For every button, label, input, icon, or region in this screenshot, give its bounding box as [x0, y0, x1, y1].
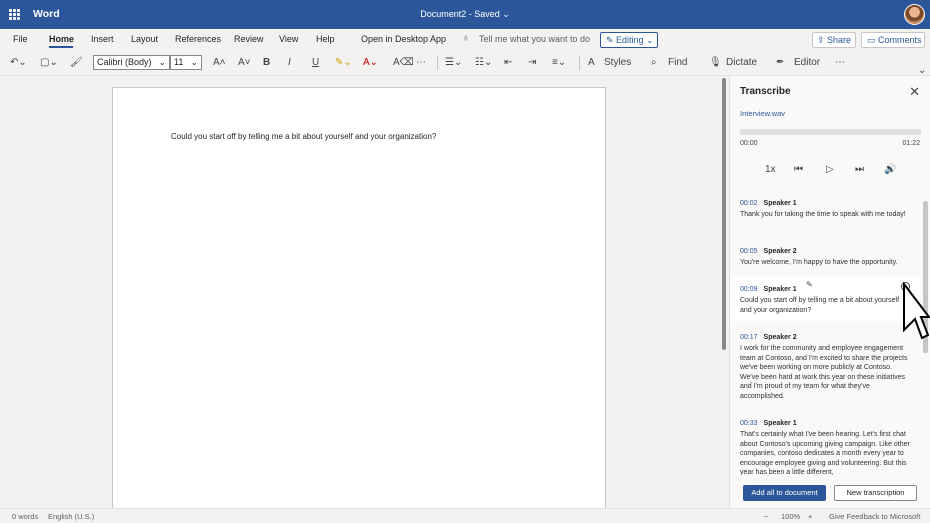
- status-bar: 0 words English (U.S.) − 100% + Give Fee…: [0, 508, 930, 523]
- entry-speaker: Speaker 2: [763, 334, 797, 341]
- entry-timestamp[interactable]: 00:05: [740, 248, 758, 255]
- open-desktop-app-button[interactable]: Open in Desktop App: [361, 34, 446, 44]
- chevron-down-icon: ⌄: [190, 57, 198, 67]
- playback-time-start: 00:00: [740, 140, 758, 147]
- styles-button[interactable]: Styles: [604, 55, 631, 71]
- language[interactable]: English (U.S.): [48, 512, 94, 521]
- font-size-select[interactable]: 11 ⌄: [170, 55, 202, 70]
- entry-text: I work for the community and employee en…: [740, 345, 908, 400]
- volume-icon[interactable]: 🔊: [884, 163, 896, 177]
- tab-help[interactable]: Help: [316, 34, 335, 44]
- edit-pencil-icon[interactable]: ✎: [806, 280, 813, 289]
- italic-icon[interactable]: I: [288, 55, 291, 71]
- tab-layout[interactable]: Layout: [131, 34, 158, 44]
- format-painter-icon[interactable]: 🖌: [70, 55, 83, 71]
- title-bar: Word Document2 - Saved ⌄: [0, 0, 930, 29]
- font-name-select[interactable]: Calibri (Body) ⌄: [93, 55, 170, 70]
- entry-speaker: Speaker 1: [763, 200, 797, 207]
- add-all-to-document-button[interactable]: Add all to document: [743, 485, 826, 501]
- editor-icon[interactable]: ✒: [776, 55, 784, 71]
- entry-timestamp[interactable]: 00:02: [740, 200, 758, 207]
- more-options-icon[interactable]: ⋯: [835, 55, 845, 71]
- styles-icon[interactable]: A: [588, 55, 595, 71]
- transcribe-pane: Transcribe ✕ Interview.wav 00:00 01:22 1…: [729, 76, 930, 508]
- bullets-icon[interactable]: ☰⌄: [445, 55, 462, 71]
- transcript-entry-hovered[interactable]: 00:09 Speaker 1 ✎ Could you start off by …: [730, 276, 920, 321]
- tab-references[interactable]: References: [175, 34, 221, 44]
- active-tab-indicator: [49, 46, 73, 48]
- tab-view[interactable]: View: [279, 34, 298, 44]
- grow-font-icon[interactable]: A˄: [213, 55, 226, 71]
- entry-text: Could you start off by telling me a bit …: [740, 297, 900, 314]
- more-icon[interactable]: ⋯: [416, 55, 426, 71]
- entry-text: You're welcome, I'm happy to have the op…: [740, 259, 898, 266]
- skip-forward-icon[interactable]: ⏭: [855, 163, 864, 177]
- entry-timestamp[interactable]: 00:17: [740, 334, 758, 341]
- entry-speaker: Speaker 1: [763, 420, 797, 427]
- tell-me-search[interactable]: Tell me what you want to do: [479, 34, 590, 44]
- mouse-cursor-icon: [903, 282, 930, 340]
- lightbulb-icon: ♁: [462, 33, 470, 44]
- transcript-entry[interactable]: 00:33 Speaker 1 That's certainly what I'v…: [730, 417, 920, 475]
- feedback-link[interactable]: Give Feedback to Microsoft: [829, 512, 920, 521]
- underline-icon[interactable]: U: [312, 55, 319, 71]
- word-count[interactable]: 0 words: [12, 512, 38, 521]
- comments-button[interactable]: ▭ Comments: [861, 32, 925, 48]
- search-icon[interactable]: ⌕: [651, 55, 657, 71]
- increase-indent-icon[interactable]: ⇥: [528, 55, 536, 71]
- new-transcription-button[interactable]: New transcription: [834, 485, 917, 501]
- audio-file-link[interactable]: Interview.wav: [740, 109, 785, 118]
- tab-file[interactable]: File: [13, 34, 28, 44]
- transcript-list: 00:02 Speaker 1 Thank you for taking the …: [730, 189, 920, 475]
- decrease-indent-icon[interactable]: ⇤: [504, 55, 512, 71]
- entry-speaker: Speaker 1: [763, 286, 797, 293]
- document-title[interactable]: Document2 - Saved ⌄: [0, 9, 930, 20]
- entry-text: Thank you for taking the time to speak w…: [740, 211, 906, 218]
- clear-format-icon[interactable]: A⌫: [393, 55, 414, 71]
- editing-mode-button[interactable]: ✎ Editing ⌄: [600, 32, 658, 48]
- play-icon[interactable]: ▷: [826, 163, 834, 177]
- playback-progress[interactable]: [740, 129, 921, 135]
- find-button[interactable]: Find: [668, 55, 687, 71]
- avatar[interactable]: [904, 4, 925, 25]
- zoom-level[interactable]: 100%: [781, 512, 800, 521]
- microphone-icon[interactable]: 🎙: [709, 55, 722, 71]
- pane-title: Transcribe: [740, 86, 791, 97]
- chevron-down-icon: ⌄: [158, 57, 166, 67]
- numbering-icon[interactable]: ☷⌄: [475, 55, 492, 71]
- tab-insert[interactable]: Insert: [91, 34, 114, 44]
- font-size-value: 11: [174, 57, 184, 67]
- entry-timestamp[interactable]: 00:09: [740, 286, 758, 293]
- document-page[interactable]: Could you start off by telling me a bit …: [112, 87, 606, 517]
- zoom-in-icon[interactable]: +: [808, 512, 812, 521]
- undo-icon[interactable]: ↶⌄: [10, 55, 27, 71]
- font-name-value: Calibri (Body): [97, 57, 152, 67]
- font-color-icon[interactable]: A⌄: [363, 55, 378, 71]
- tab-home[interactable]: Home: [49, 34, 74, 44]
- playback-speed-button[interactable]: 1x: [765, 163, 776, 177]
- zoom-out-icon[interactable]: −: [764, 512, 768, 521]
- tab-review[interactable]: Review: [234, 34, 264, 44]
- document-text[interactable]: Could you start off by telling me a bit …: [171, 132, 436, 141]
- transcript-entry[interactable]: 00:05 Speaker 2 You're welcome, I'm happy…: [730, 245, 920, 268]
- align-icon[interactable]: ≡⌄: [552, 55, 566, 71]
- paste-icon[interactable]: ▢⌄: [40, 55, 58, 71]
- dictate-button[interactable]: Dictate: [726, 55, 757, 71]
- divider: [437, 56, 438, 70]
- entry-speaker: Speaker 2: [763, 248, 797, 255]
- document-scrollbar[interactable]: [722, 78, 726, 350]
- transcript-entry[interactable]: 00:02 Speaker 1 Thank you for taking the …: [730, 197, 920, 220]
- share-button[interactable]: ⇪ Share: [812, 32, 856, 48]
- divider: [579, 56, 580, 70]
- close-icon[interactable]: ✕: [909, 84, 920, 100]
- transcript-entry[interactable]: 00:17 Speaker 2 I work for the community …: [730, 331, 920, 401]
- playback-time-end: 01:22: [902, 140, 920, 147]
- editor-button[interactable]: Editor: [794, 55, 820, 71]
- shrink-font-icon[interactable]: A˅: [238, 55, 251, 71]
- entry-text: That's certainly what I've been hearing.…: [740, 431, 910, 475]
- entry-timestamp[interactable]: 00:33: [740, 420, 758, 427]
- skip-back-icon[interactable]: ⏮: [794, 163, 803, 177]
- highlight-icon[interactable]: ✎⌄: [335, 55, 352, 71]
- bold-icon[interactable]: B: [263, 55, 270, 71]
